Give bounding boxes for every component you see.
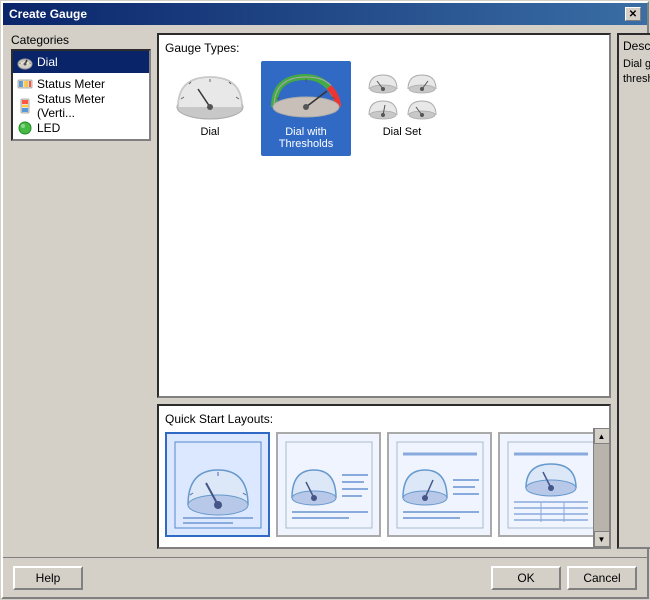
led-icon (17, 120, 33, 136)
status-meter-icon (17, 76, 33, 92)
status-meter-verti-icon (17, 98, 33, 114)
create-gauge-dialog: Create Gauge ✕ Categories (1, 1, 649, 599)
dialog-content: Categories Dial (3, 25, 647, 557)
gauge-type-dial-set-label: Dial Set (383, 126, 422, 138)
category-item-status-meter-verti[interactable]: Status Meter (Verti... (13, 95, 149, 117)
gauge-types-section: Gauge Types: (157, 33, 611, 398)
layout-item-2[interactable] (276, 432, 381, 537)
category-item-dial[interactable]: Dial (13, 51, 149, 73)
category-label-status-meter: Status Meter (37, 77, 105, 91)
main-panel: Gauge Types: (157, 33, 611, 549)
gauge-types-grid: Dial (165, 61, 603, 156)
description-label: Description (623, 39, 650, 53)
layout-3-svg (395, 440, 485, 530)
gauge-type-dial-set[interactable]: Dial Set (357, 61, 447, 156)
category-item-led[interactable]: LED (13, 117, 149, 139)
layout-4-svg (506, 440, 596, 530)
layout-item-3[interactable] (387, 432, 492, 537)
dial-icon (17, 54, 33, 70)
quick-start-section: Quick Start Layouts: (157, 404, 611, 549)
dial-set-thumb (362, 67, 442, 122)
categories-panel: Dial Status Meter (11, 49, 151, 141)
footer-right-buttons: OK Cancel (491, 566, 637, 590)
layout-2-svg (284, 440, 374, 530)
scroll-up-btn[interactable]: ▲ (594, 428, 610, 444)
categories-wrapper: Categories Dial (11, 33, 151, 549)
quick-start-scrollbar[interactable]: ▲ ▼ (593, 428, 609, 547)
dialog-footer: Help OK Cancel (3, 557, 647, 597)
dial-preview-svg (173, 69, 248, 121)
dial-thumb (170, 67, 250, 122)
cancel-button[interactable]: Cancel (567, 566, 637, 590)
category-label-status-meter-verti: Status Meter (Verti... (37, 92, 145, 120)
layout-1-svg (173, 440, 263, 530)
gauge-type-dial[interactable]: Dial (165, 61, 255, 156)
ok-button[interactable]: OK (491, 566, 561, 590)
scroll-down-btn[interactable]: ▼ (594, 531, 610, 547)
title-bar: Create Gauge ✕ (3, 3, 647, 25)
panel-wrapper: Gauge Types: (157, 33, 650, 549)
layout-item-4[interactable] (498, 432, 603, 537)
category-label-dial: Dial (37, 55, 58, 69)
dial-thresholds-preview-svg (269, 69, 344, 121)
dialog-title: Create Gauge (9, 7, 87, 21)
categories-label: Categories (11, 33, 151, 49)
category-label-led: LED (37, 121, 60, 135)
description-text: Dial gauge with thresholds. (623, 57, 650, 88)
gauge-types-label: Gauge Types: (165, 41, 603, 55)
description-panel: Description Dial gauge with thresholds. (617, 33, 650, 549)
dial-thresholds-thumb (266, 67, 346, 122)
gauge-type-dial-label: Dial (201, 126, 220, 138)
gauge-type-thresholds-label: Dial with Thresholds (267, 126, 345, 150)
quick-start-grid (165, 432, 603, 542)
gauge-type-dial-with-thresholds[interactable]: Dial with Thresholds (261, 61, 351, 156)
quick-start-label: Quick Start Layouts: (165, 412, 603, 426)
help-button[interactable]: Help (13, 566, 83, 590)
close-button[interactable]: ✕ (625, 7, 641, 21)
title-bar-buttons: ✕ (625, 7, 641, 21)
layout-item-1[interactable] (165, 432, 270, 537)
scroll-track (594, 444, 609, 531)
dial-set-preview-svg (365, 69, 440, 121)
